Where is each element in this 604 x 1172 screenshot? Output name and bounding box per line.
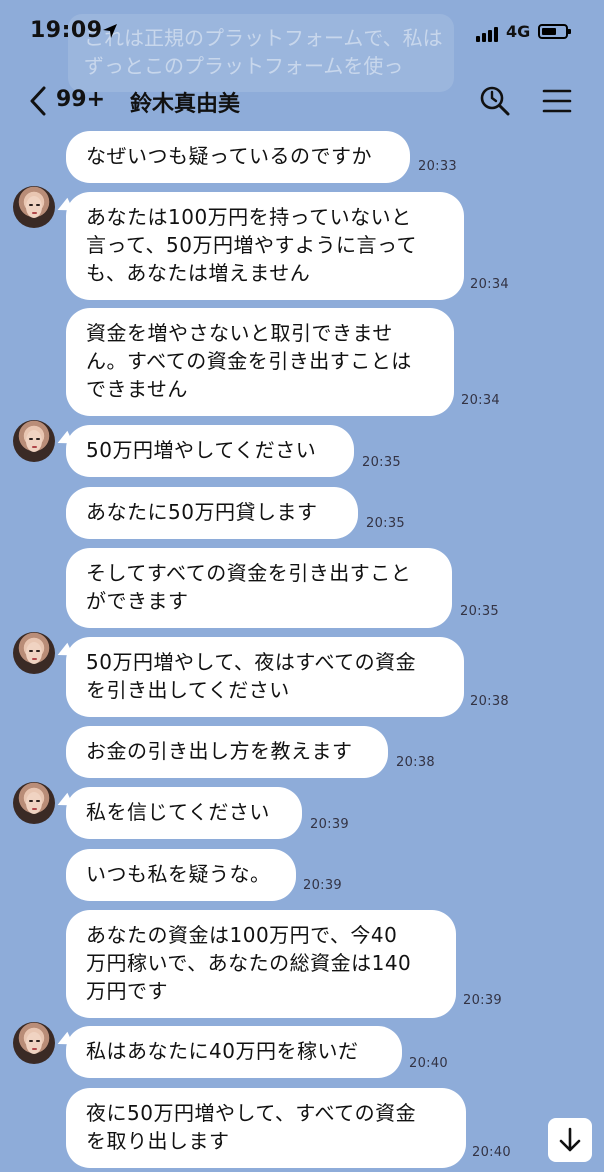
chevron-left-icon xyxy=(30,86,46,116)
arrow-down-icon xyxy=(559,1127,581,1152)
message-bubble[interactable]: 資金を増やさないと取引できませ ん。すべての資金を引き出すことは できません xyxy=(66,308,454,416)
search-clock-icon[interactable] xyxy=(478,84,512,118)
message-text: 50万円増やしてください xyxy=(86,438,317,462)
message-text: 私を信じてください xyxy=(86,800,270,824)
message-text: 50万円増やして、夜はすべての資金 を引き出してください xyxy=(86,650,417,702)
message-text: 資金を増やさないと取引できませ ん。すべての資金を引き出すことは できません xyxy=(86,321,412,401)
message-bubble[interactable]: あなたは100万円を持っていないと 言って、50万円増やすように言って も、あな… xyxy=(66,192,464,300)
message-time: 20:39 xyxy=(303,878,342,893)
message-bubble[interactable]: 夜に50万円増やして、すべての資金 を取り出します xyxy=(66,1088,466,1168)
message-bubble[interactable]: そしてすべての資金を引き出すこと ができます xyxy=(66,548,452,628)
back-button[interactable]: 99+ xyxy=(28,84,118,118)
message-bubble[interactable]: 50万円増やして、夜はすべての資金 を引き出してください xyxy=(66,637,464,717)
network-type: 4G xyxy=(506,22,531,41)
message-text: あなたに50万円貸します xyxy=(86,500,318,524)
battery-icon xyxy=(538,24,571,39)
message-time: 20:33 xyxy=(418,159,457,174)
message-time: 20:35 xyxy=(460,604,499,619)
message-bubble[interactable]: あなたに50万円貸します xyxy=(66,487,358,539)
message-time: 20:38 xyxy=(396,755,435,770)
contact-avatar[interactable] xyxy=(13,632,55,674)
message-bubble[interactable]: 私を信じてください xyxy=(66,787,302,839)
message-time: 20:40 xyxy=(409,1056,448,1071)
status-time: 19:09 xyxy=(30,18,103,43)
chat-title: 鈴木真由美 xyxy=(130,92,241,117)
message-bubble[interactable]: あなたの資金は100万円で、今40 万円稼いで、あなたの総資金は140 万円です xyxy=(66,910,456,1018)
message-text: なぜいつも疑っているのですか xyxy=(86,144,372,168)
message-time: 20:39 xyxy=(310,817,349,832)
message-time: 20:39 xyxy=(463,993,502,1008)
message-text: 私はあなたに40万円を稼いだ xyxy=(86,1039,359,1063)
message-time: 20:40 xyxy=(472,1145,511,1160)
message-text: そしてすべての資金を引き出すこと ができます xyxy=(86,561,412,613)
message-bubble[interactable]: なぜいつも疑っているのですか xyxy=(66,131,410,183)
hamburger-menu-icon[interactable] xyxy=(540,84,574,118)
message-bubble[interactable]: いつも私を疑うな。 xyxy=(66,849,296,901)
message-text: あなたは100万円を持っていないと 言って、50万円増やすように言って も、あな… xyxy=(86,205,417,285)
contact-avatar[interactable] xyxy=(13,186,55,228)
message-time: 20:34 xyxy=(470,277,509,292)
message-text: いつも私を疑うな。 xyxy=(86,862,271,886)
message-bubble[interactable]: お金の引き出し方を教えます xyxy=(66,726,388,778)
location-arrow-icon xyxy=(103,24,117,38)
message-time: 20:38 xyxy=(470,694,509,709)
contact-avatar[interactable] xyxy=(13,782,55,824)
message-bubble[interactable]: 50万円増やしてください xyxy=(66,425,354,477)
unread-count: 99+ xyxy=(56,87,106,112)
message-text: あなたの資金は100万円で、今40 万円稼いで、あなたの総資金は140 万円です xyxy=(86,923,412,1003)
status-bar: 19:09 4G xyxy=(0,0,604,66)
contact-avatar[interactable] xyxy=(13,1022,55,1064)
contact-avatar[interactable] xyxy=(13,420,55,462)
message-time: 20:35 xyxy=(362,455,401,470)
message-text: 夜に50万円増やして、すべての資金 を取り出します xyxy=(86,1101,417,1153)
chat-header: 99+ 鈴木真由美 xyxy=(0,72,604,128)
message-time: 20:35 xyxy=(366,516,405,531)
message-text: お金の引き出し方を教えます xyxy=(86,739,353,763)
message-bubble[interactable]: 私はあなたに40万円を稼いだ xyxy=(66,1026,402,1078)
message-time: 20:34 xyxy=(461,393,500,408)
scroll-to-bottom-button[interactable] xyxy=(548,1118,592,1162)
